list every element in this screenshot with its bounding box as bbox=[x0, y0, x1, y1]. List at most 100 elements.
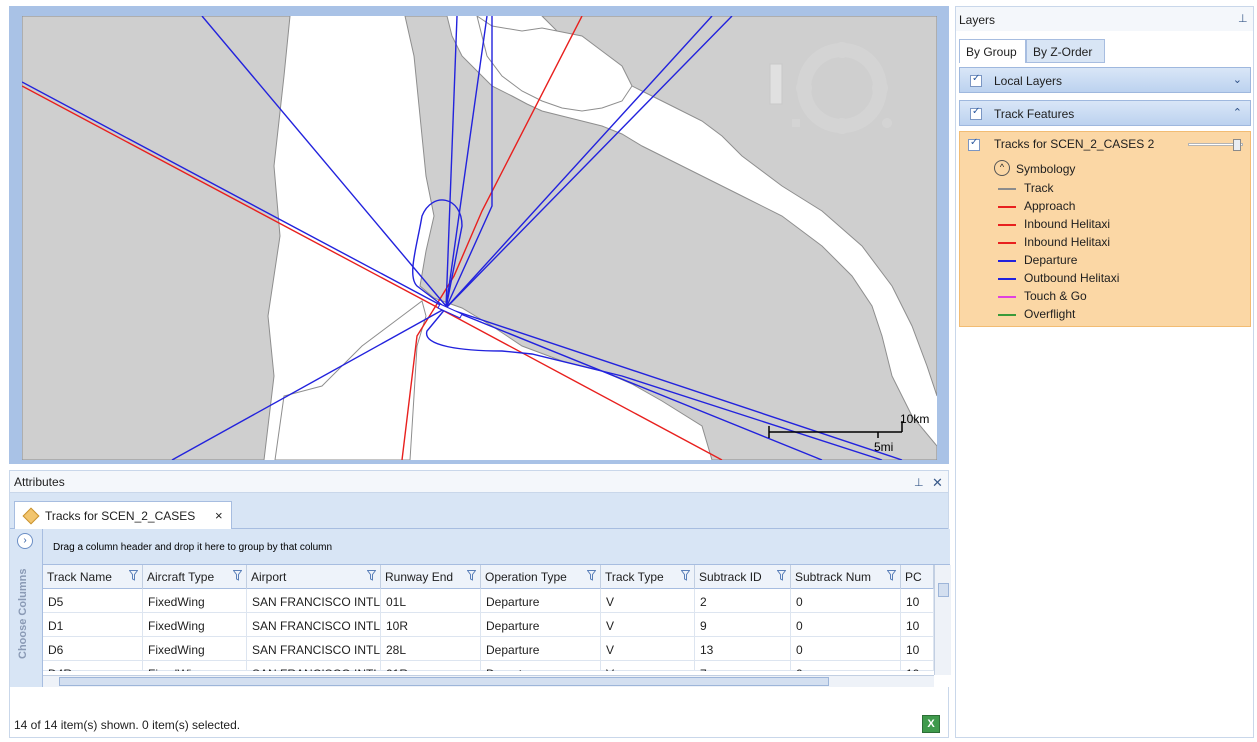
local-layers-checkbox[interactable] bbox=[970, 73, 982, 87]
table-cell[interactable]: V bbox=[601, 589, 695, 613]
table-cell[interactable]: FixedWing bbox=[143, 589, 247, 613]
column-header[interactable]: Track Type bbox=[601, 565, 695, 589]
chevron-up-icon[interactable]: ⌃ bbox=[1233, 106, 1242, 119]
column-header[interactable]: Runway End bbox=[381, 565, 481, 589]
chevron-down-icon[interactable]: ⌄ bbox=[1233, 73, 1242, 86]
column-header[interactable]: Track Name bbox=[43, 565, 143, 589]
table-cell[interactable]: 13 bbox=[695, 637, 791, 661]
track-layer-item[interactable]: Tracks for SCEN_2_CASES 2 ^ Symbology Tr… bbox=[959, 131, 1251, 327]
table-cell[interactable]: V bbox=[601, 613, 695, 637]
column-header[interactable]: PC bbox=[901, 565, 934, 589]
table-cell[interactable]: Departure bbox=[481, 613, 601, 637]
column-header[interactable]: Operation Type bbox=[481, 565, 601, 589]
filter-icon[interactable] bbox=[887, 570, 896, 581]
table-cell[interactable]: D5 bbox=[43, 589, 143, 613]
table-cell[interactable]: 0 bbox=[791, 637, 901, 661]
column-header[interactable]: Airport bbox=[247, 565, 381, 589]
filter-icon[interactable] bbox=[367, 570, 376, 581]
collapse-symbology-icon[interactable]: ^ bbox=[994, 160, 1010, 176]
land-south bbox=[274, 300, 427, 460]
table-cell[interactable]: V bbox=[601, 637, 695, 661]
table-cell[interactable]: Departure bbox=[481, 661, 601, 671]
map-svg[interactable] bbox=[22, 16, 937, 460]
group-track-features[interactable]: Track Features ⌃ bbox=[959, 100, 1251, 126]
table-cell[interactable]: 10 bbox=[901, 661, 934, 671]
table-cell[interactable]: SAN FRANCISCO INTL bbox=[247, 637, 381, 661]
zoom-slider bbox=[769, 63, 783, 105]
expand-chevron-icon[interactable]: › bbox=[17, 533, 33, 549]
filter-icon[interactable] bbox=[777, 570, 786, 581]
table-cell[interactable]: 10 bbox=[901, 613, 934, 637]
table-cell[interactable]: Departure bbox=[481, 637, 601, 661]
attribute-grid[interactable]: Drag a column header and drop it here to… bbox=[42, 529, 951, 687]
table-cell[interactable]: 10 bbox=[901, 637, 934, 661]
table-cell[interactable]: 01R bbox=[381, 661, 481, 671]
table-row[interactable]: D5 FixedWing SAN FRANCISCO INTL 01L Departur… bbox=[43, 589, 934, 613]
opacity-slider-thumb[interactable] bbox=[1233, 139, 1241, 151]
table-cell[interactable]: 7 bbox=[695, 661, 791, 671]
pin-icon[interactable]: ⊥ bbox=[914, 476, 924, 489]
vertical-scroll-thumb[interactable] bbox=[938, 583, 949, 597]
table-cell[interactable]: D1 bbox=[43, 613, 143, 637]
home-icon bbox=[792, 119, 800, 127]
column-header[interactable]: Subtrack ID bbox=[695, 565, 791, 589]
table-cell[interactable]: 0 bbox=[791, 589, 901, 613]
legend-label: Departure bbox=[1024, 253, 1078, 267]
table-cell[interactable]: Departure bbox=[481, 589, 601, 613]
table-cell[interactable]: 2 bbox=[695, 589, 791, 613]
tab-by-z-order[interactable]: By Z-Order bbox=[1026, 39, 1105, 63]
track-layer-checkbox[interactable] bbox=[968, 137, 980, 151]
vertical-scrollbar[interactable] bbox=[934, 565, 951, 675]
choose-columns-label[interactable]: Choose Columns bbox=[17, 559, 29, 669]
horizontal-scroll-thumb[interactable] bbox=[59, 677, 829, 686]
table-row[interactable]: D1 FixedWing SAN FRANCISCO INTL 10R Departur… bbox=[43, 613, 934, 637]
table-cell[interactable]: V bbox=[601, 661, 695, 671]
pin-icon[interactable]: ⊥ bbox=[1238, 12, 1248, 25]
legend-swatch bbox=[998, 224, 1016, 226]
filter-icon[interactable] bbox=[467, 570, 476, 581]
table-cell[interactable]: 9 bbox=[695, 613, 791, 637]
status-bar: 14 of 14 item(s) shown. 0 item(s) select… bbox=[10, 711, 948, 737]
filter-icon[interactable] bbox=[681, 570, 690, 581]
table-cell[interactable]: 28L bbox=[381, 637, 481, 661]
table-cell[interactable]: SAN FRANCISCO INTL bbox=[247, 589, 381, 613]
map-view[interactable]: 10km 5mi bbox=[9, 6, 949, 464]
table-cell[interactable]: D6 bbox=[43, 637, 143, 661]
group-by-area[interactable]: Drag a column header and drop it here to… bbox=[43, 529, 950, 565]
table-cell[interactable]: 0 bbox=[791, 661, 901, 671]
column-header[interactable]: Subtrack Num bbox=[791, 565, 901, 589]
layers-panel: Layers ⊥ By Group By Z-Order Local Layer… bbox=[955, 6, 1254, 738]
table-cell[interactable]: 10 bbox=[901, 589, 934, 613]
scale-mi-label: 5mi bbox=[874, 440, 894, 454]
pan-right-icon bbox=[872, 80, 888, 96]
table-cell[interactable]: SAN FRANCISCO INTL bbox=[247, 613, 381, 637]
group-local-layers[interactable]: Local Layers ⌄ bbox=[959, 67, 1251, 93]
tab-tracks[interactable]: Tracks for SCEN_2_CASES × bbox=[14, 501, 232, 529]
filter-icon[interactable] bbox=[587, 570, 596, 581]
table-cell[interactable]: 10R bbox=[381, 613, 481, 637]
map-canvas[interactable]: 10km 5mi bbox=[22, 16, 937, 460]
choose-columns-strip[interactable]: › Choose Columns bbox=[10, 529, 42, 687]
filter-icon[interactable] bbox=[129, 570, 138, 581]
tab-close-icon[interactable]: × bbox=[215, 508, 223, 523]
filter-icon[interactable] bbox=[233, 570, 242, 581]
table-cell[interactable]: D4R bbox=[43, 661, 143, 671]
column-header[interactable]: Aircraft Type bbox=[143, 565, 247, 589]
table-row[interactable]: D4RFixedWingSAN FRANCISCO INTL01RDepartu… bbox=[43, 661, 934, 671]
table-cell[interactable]: 01L bbox=[381, 589, 481, 613]
close-icon[interactable]: ✕ bbox=[932, 475, 943, 491]
table-cell[interactable]: FixedWing bbox=[143, 613, 247, 637]
legend-label: Inbound Helitaxi bbox=[1024, 217, 1111, 231]
horizontal-scrollbar[interactable] bbox=[43, 675, 934, 687]
table-cell[interactable]: FixedWing bbox=[143, 637, 247, 661]
table-cell[interactable]: 0 bbox=[791, 613, 901, 637]
track-features-checkbox[interactable] bbox=[970, 106, 982, 120]
table-cell[interactable]: SAN FRANCISCO INTL bbox=[247, 661, 381, 671]
table-row[interactable]: D6 FixedWing SAN FRANCISCO INTL 28L Departur… bbox=[43, 637, 934, 661]
table-cell[interactable]: FixedWing bbox=[143, 661, 247, 671]
legend-swatch bbox=[998, 314, 1016, 316]
tab-by-group[interactable]: By Group bbox=[959, 39, 1026, 63]
opacity-slider[interactable] bbox=[1188, 139, 1243, 151]
attributes-title: Attributes bbox=[14, 475, 65, 489]
export-excel-icon[interactable]: X bbox=[922, 715, 940, 733]
